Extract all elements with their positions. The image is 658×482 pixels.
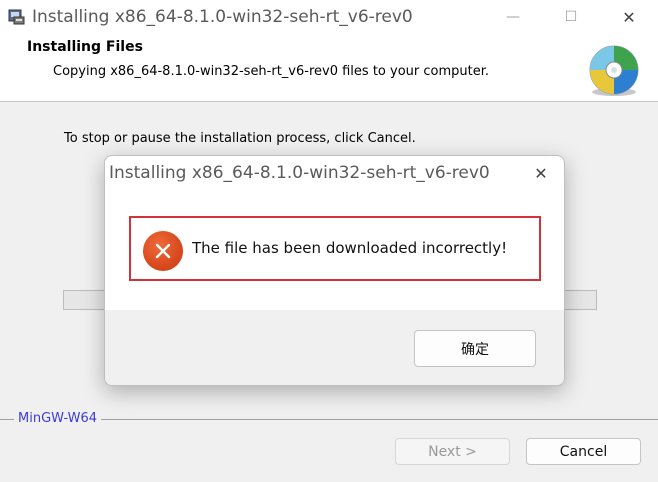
header-panel: Installing Files Copying x86_64-8.1.0-wi… xyxy=(0,34,658,102)
minimize-button[interactable]: — xyxy=(484,0,542,34)
window-title: Installing x86_64-8.1.0-win32-seh-rt_v6-… xyxy=(32,7,413,27)
title-bar[interactable]: Installing x86_64-8.1.0-win32-seh-rt_v6-… xyxy=(0,0,658,34)
ok-button[interactable]: 确定 xyxy=(414,330,536,367)
error-message-box: The file has been downloaded incorrectly… xyxy=(129,216,541,281)
dialog-title-bar[interactable]: Installing x86_64-8.1.0-win32-seh-rt_v6-… xyxy=(105,156,564,190)
dialog-close-button[interactable]: ✕ xyxy=(518,156,564,190)
error-icon xyxy=(143,231,183,271)
page-title: Installing Files xyxy=(27,39,143,55)
window-controls: — ☐ ✕ xyxy=(484,0,658,34)
dialog-footer: 确定 xyxy=(105,310,564,385)
dialog-content: The file has been downloaded incorrectly… xyxy=(105,190,564,310)
error-message: The file has been downloaded incorrectly… xyxy=(192,239,508,257)
cd-disc-icon xyxy=(586,42,642,98)
installer-icon xyxy=(7,7,27,27)
maximize-button[interactable]: ☐ xyxy=(542,0,600,34)
error-dialog: Installing x86_64-8.1.0-win32-seh-rt_v6-… xyxy=(104,155,565,386)
next-button[interactable]: Next > xyxy=(395,438,510,465)
page-subtitle: Copying x86_64-8.1.0-win32-seh-rt_v6-rev… xyxy=(53,64,490,79)
dialog-title: Installing x86_64-8.1.0-win32-seh-rt_v6-… xyxy=(109,163,490,183)
brand-label: MinGW-W64 xyxy=(14,411,102,426)
close-button[interactable]: ✕ xyxy=(600,0,658,34)
cancel-button[interactable]: Cancel xyxy=(526,438,641,465)
instruction-text: To stop or pause the installation proces… xyxy=(64,131,416,146)
